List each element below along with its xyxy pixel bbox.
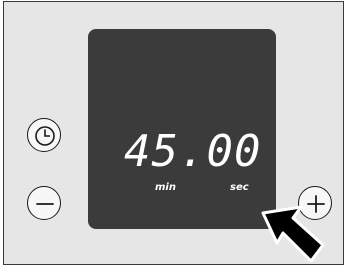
clock-icon	[35, 126, 55, 146]
minutes-label: min	[155, 182, 176, 193]
timer-display: 45.00 min sec	[88, 29, 276, 229]
time-readout: 45.00	[124, 126, 262, 177]
decrease-button[interactable]	[27, 186, 61, 220]
control-panel: 45.00 min sec	[3, 1, 344, 265]
seconds-label: sec	[230, 182, 249, 193]
minus-icon	[36, 203, 54, 205]
clock-button[interactable]	[27, 118, 61, 152]
pointing-arrow-icon	[261, 205, 325, 263]
